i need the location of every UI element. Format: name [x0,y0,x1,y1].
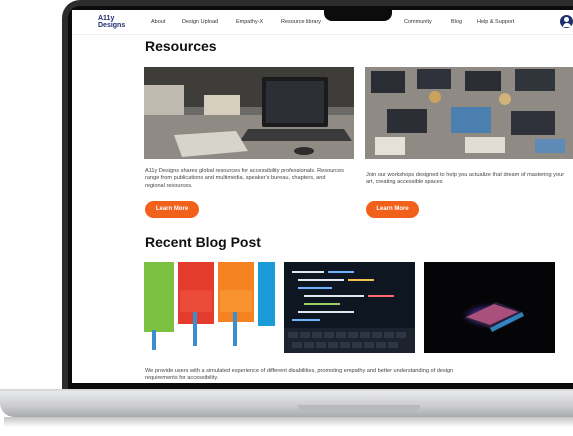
nav-link-help-support[interactable]: Help & Support [477,19,514,25]
nav-link-blog[interactable]: Blog [451,19,462,25]
nav-link-about[interactable]: About [151,19,165,25]
user-avatar-icon[interactable] [560,15,573,28]
laptop-base [0,391,573,417]
nav-link-design-upload[interactable]: Design Upload [182,19,218,25]
logo-line-1: A11y [98,15,115,22]
website-screen: A11y Designs About Design Upload Empathy… [72,10,573,383]
resource-image-desk-laptop [144,67,354,159]
top-navigation: A11y Designs About Design Upload Empathy… [72,10,573,35]
resources-heading: Resources [145,38,217,54]
learn-more-button-1[interactable]: Learn More [145,201,199,218]
nav-link-community[interactable]: Community [404,19,432,25]
laptop-mockup: A11y Designs About Design Upload Empathy… [0,0,573,436]
recent-blog-heading: Recent Blog Post [145,234,261,250]
logo-line-2: Designs [98,22,126,29]
nav-link-empathy-x[interactable]: Empathy-X [236,19,263,25]
camera-notch [324,6,392,21]
blog-image-paint-rollers[interactable] [144,262,275,353]
resource-description-1: A11y Designs shares global resources for… [145,168,344,189]
nav-link-resource-library[interactable]: Resource library [281,19,321,25]
resource-description-2: Join our workshops designed to help you … [366,172,565,186]
resource-image-workshop-table [365,67,573,159]
blog-image-code-laptop[interactable] [284,262,415,353]
blog-description: We provide users with a simulated experi… [145,368,454,382]
blog-image-glowing-laptop[interactable] [424,262,555,353]
laptop-shadow [4,417,573,427]
site-logo[interactable]: A11y Designs [98,15,125,29]
learn-more-button-2[interactable]: Learn More [366,201,419,218]
laptop-opening-notch [298,405,420,413]
